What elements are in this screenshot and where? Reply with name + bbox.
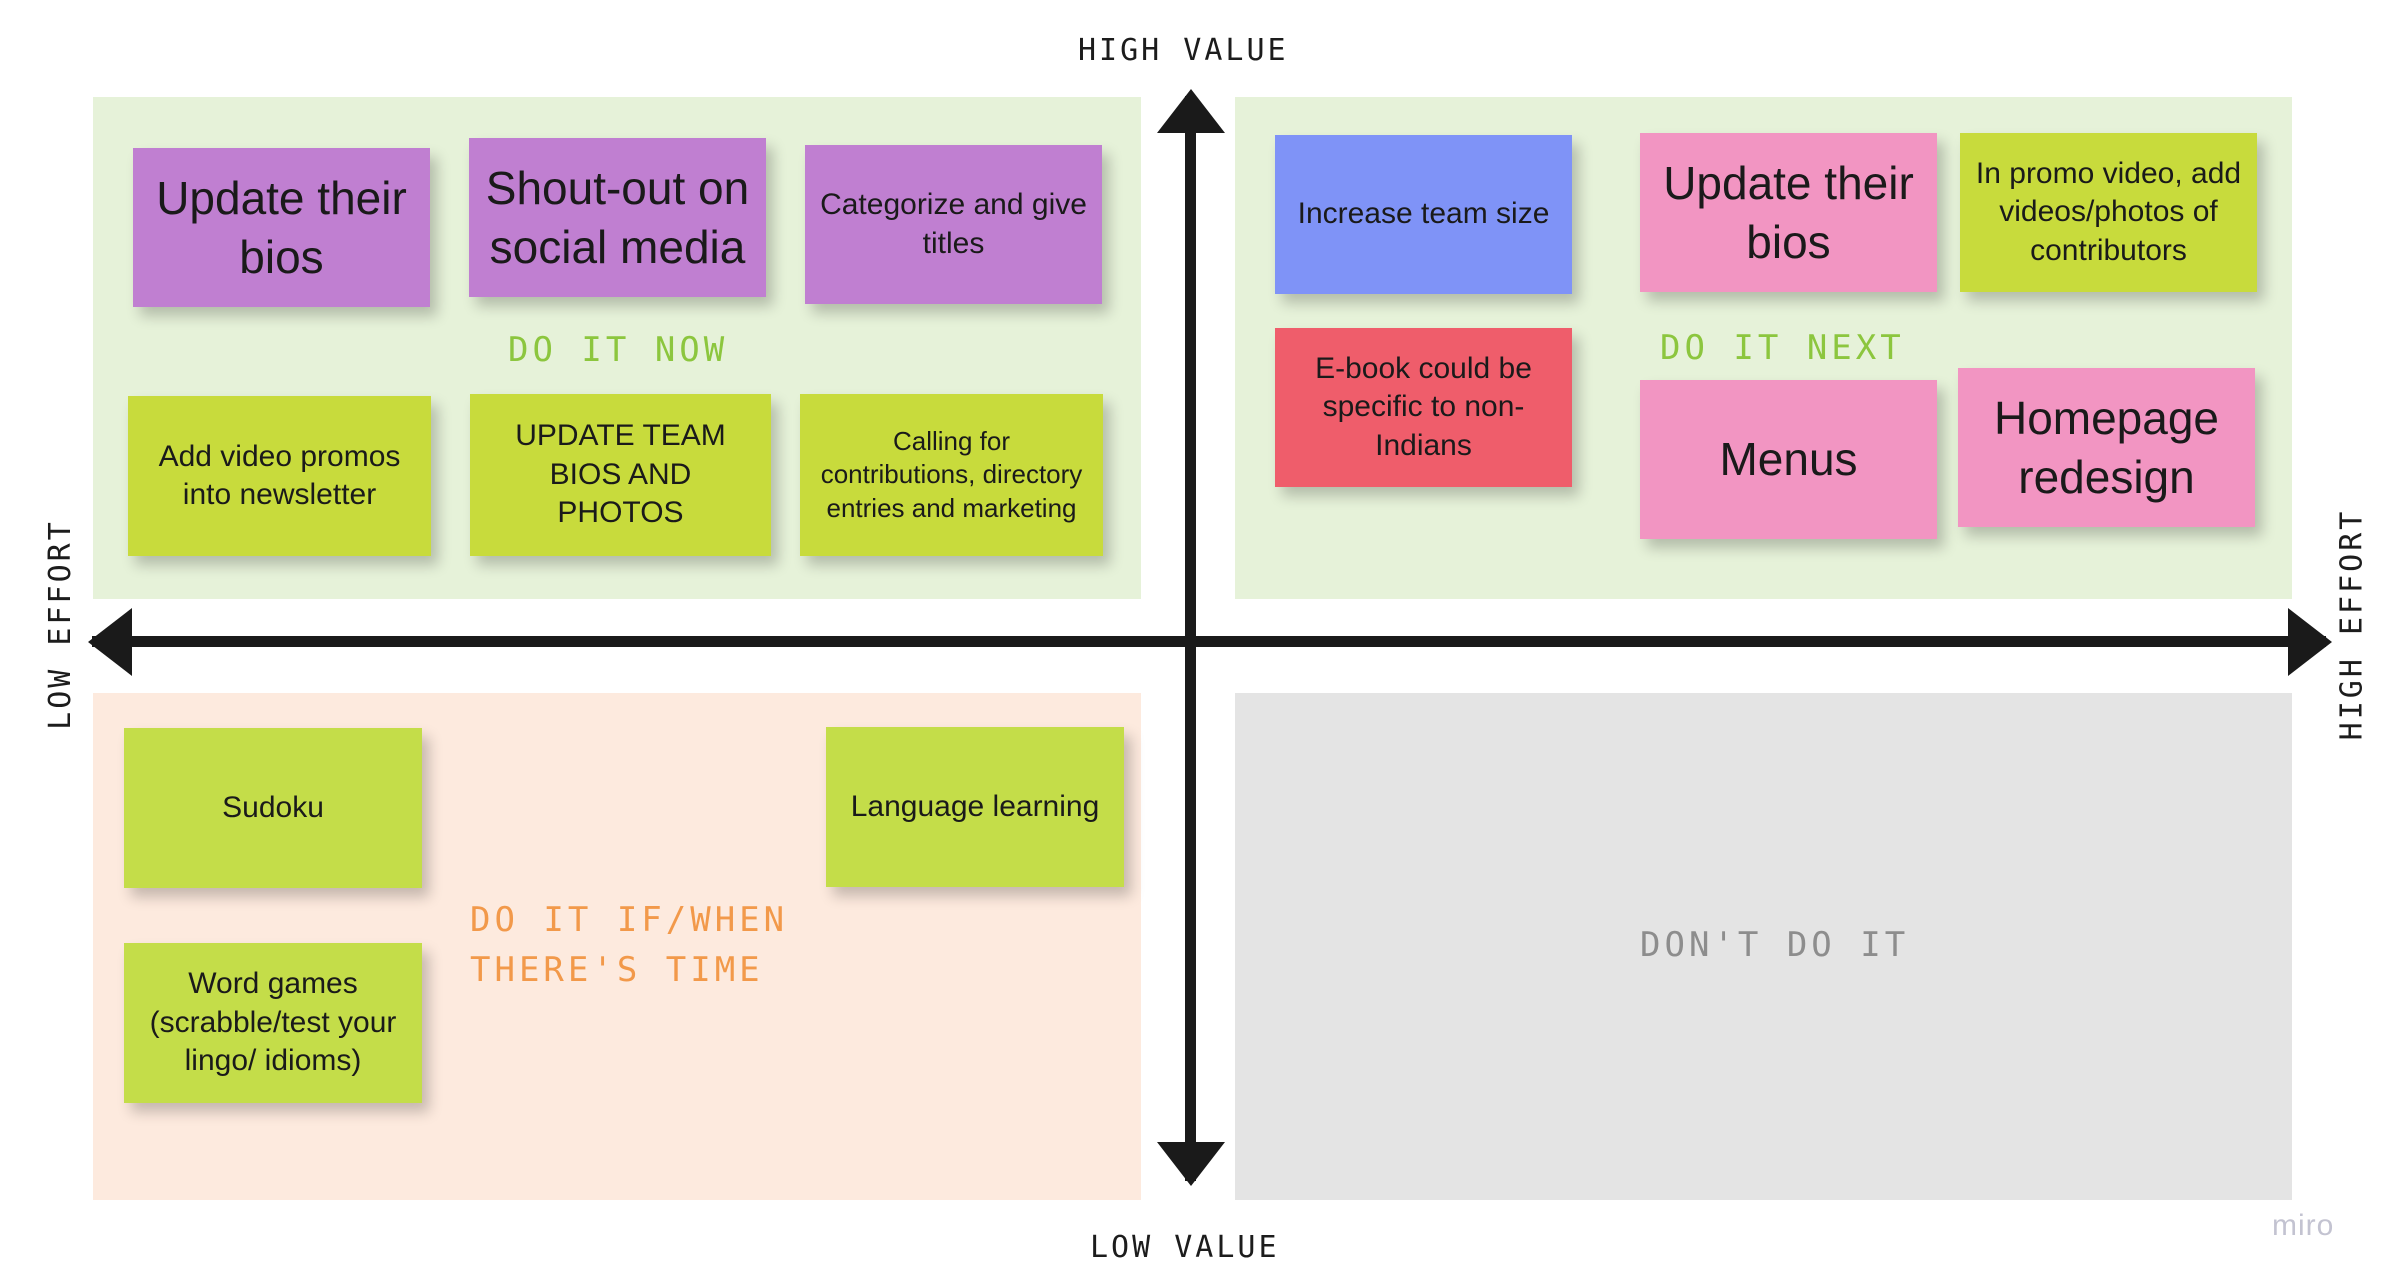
sticky-note[interactable]: Categorize and give titles — [805, 145, 1102, 304]
miro-watermark: miro — [2272, 1209, 2335, 1242]
sticky-note[interactable]: Update their bios — [133, 148, 430, 307]
sticky-note-text: In promo video, add videos/photos of con… — [1975, 156, 2242, 267]
axis-label-low-effort: LOW EFFORT — [42, 519, 78, 730]
effort-axis-line — [92, 636, 2326, 647]
sticky-note-text: Increase team size — [1297, 197, 1550, 231]
sticky-note[interactable]: Menus — [1640, 380, 1937, 539]
sticky-note[interactable]: In promo video, add videos/photos of con… — [1960, 133, 2257, 292]
sticky-note-text: Calling for contributions, directory ent… — [820, 426, 1083, 523]
sticky-note[interactable]: Calling for contributions, directory ent… — [800, 394, 1103, 556]
sticky-note[interactable]: Sudoku — [124, 728, 422, 888]
sticky-note-text: E-book could be specific to non-Indians — [1315, 351, 1532, 462]
arrow-right-icon — [2288, 608, 2332, 676]
sticky-note-text: Shout-out on social media — [485, 161, 750, 273]
sticky-note[interactable]: Word games (scrabble/test your lingo/ id… — [124, 943, 422, 1103]
quadrant-title-do-if-time: DO IT IF/WHEN THERE'S TIME — [470, 900, 789, 991]
sticky-note-text: Homepage redesign — [1993, 391, 2220, 503]
quadrant-title-do-it-next: DO IT NEXT — [1660, 328, 1905, 368]
axis-label-high-value: HIGH VALUE — [1078, 33, 1289, 68]
sticky-note[interactable]: Update their bios — [1640, 133, 1937, 292]
arrow-down-icon — [1157, 1142, 1225, 1186]
sticky-note[interactable]: Homepage redesign — [1958, 368, 2255, 527]
sticky-note-text: Update their bios — [1663, 156, 1914, 268]
sticky-note-text: Sudoku — [222, 790, 324, 824]
quadrant-title-do-it-now: DO IT NOW — [508, 330, 729, 370]
quadrant-title-dont-do-it: DON'T DO IT — [1640, 925, 1910, 965]
sticky-note-text: Categorize and give titles — [820, 188, 1087, 260]
sticky-note-text: Language learning — [850, 789, 1100, 823]
arrow-up-icon — [1157, 89, 1225, 133]
sticky-note[interactable]: UPDATE TEAM BIOS AND PHOTOS — [470, 394, 771, 556]
sticky-note[interactable]: Shout-out on social media — [469, 138, 766, 297]
axis-label-low-value: LOW VALUE — [1090, 1230, 1280, 1265]
sticky-note-text: Update their bios — [156, 171, 407, 283]
axis-label-high-effort: HIGH EFFORT — [2334, 508, 2370, 741]
sticky-note[interactable]: Increase team size — [1275, 135, 1572, 294]
sticky-note-text: UPDATE TEAM BIOS AND PHOTOS — [515, 419, 726, 530]
prioritization-matrix-board: HIGH VALUE LOW VALUE LOW EFFORT HIGH EFF… — [0, 0, 2381, 1286]
sticky-note[interactable]: Language learning — [826, 727, 1124, 887]
sticky-note[interactable]: E-book could be specific to non-Indians — [1275, 328, 1572, 487]
sticky-note-text: Add video promos into newsletter — [158, 439, 401, 511]
arrow-left-icon — [88, 608, 132, 676]
sticky-note[interactable]: Add video promos into newsletter — [128, 396, 431, 556]
sticky-note-text: Menus — [1719, 433, 1858, 486]
sticky-note-text: Word games (scrabble/test your lingo/ id… — [149, 967, 397, 1078]
